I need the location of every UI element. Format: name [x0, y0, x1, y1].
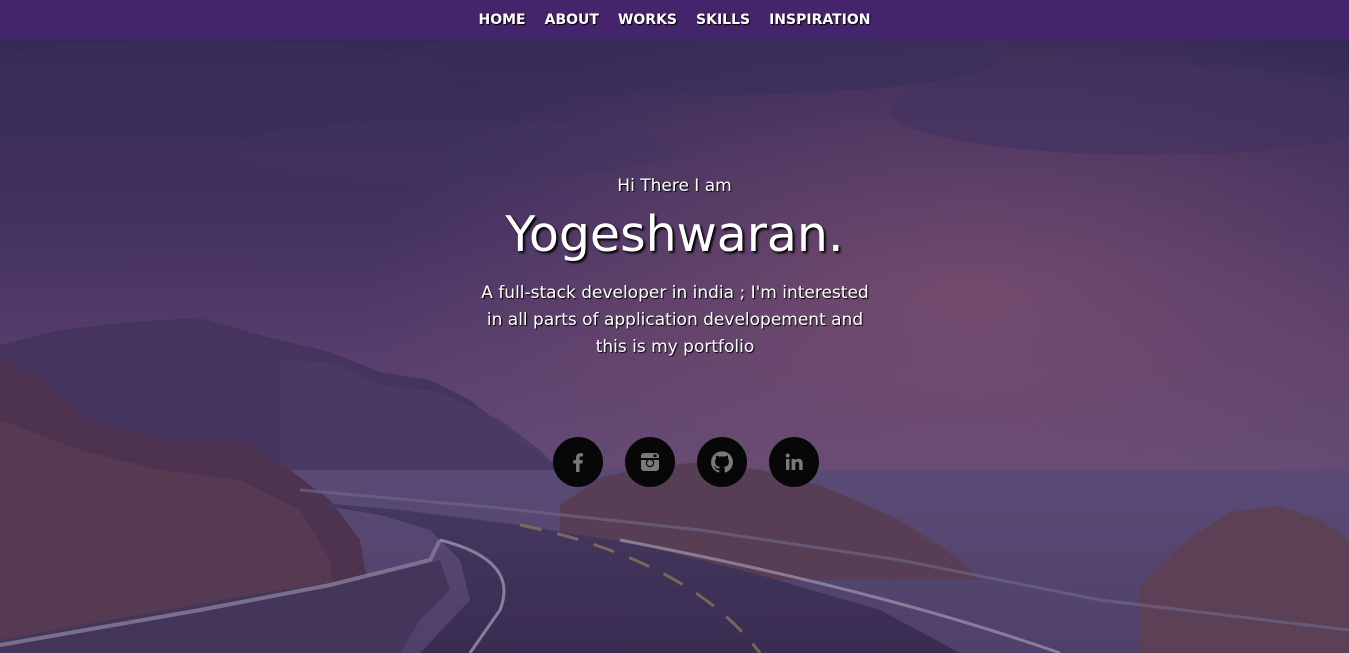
linkedin-link[interactable] — [769, 437, 819, 487]
hero-name: Yogeshwaran. — [505, 206, 844, 263]
facebook-icon — [573, 453, 583, 472]
facebook-link[interactable] — [553, 437, 603, 487]
github-icon — [711, 451, 733, 473]
nav-item-skills[interactable]: SKILLS — [696, 12, 750, 28]
nav-item-works[interactable]: WORKS — [618, 12, 677, 28]
instagram-link[interactable] — [625, 437, 675, 487]
hero-tagline: A full-stack developer in india ; I'm in… — [481, 283, 869, 357]
instagram-icon — [641, 453, 659, 471]
nav-item-about[interactable]: ABOUT — [545, 12, 599, 28]
hero-section: Hi There I am Yogeshwaran. A full-stack … — [0, 0, 1349, 653]
page: HOME ABOUT WORKS SKILLS INSPIRATION Hi T… — [0, 0, 1349, 653]
linkedin-icon — [785, 453, 803, 470]
social-links — [553, 437, 819, 487]
hero-greeting: Hi There I am — [617, 176, 732, 196]
github-link[interactable] — [697, 437, 747, 487]
nav-list: HOME ABOUT WORKS SKILLS INSPIRATION — [479, 12, 871, 28]
top-navbar: HOME ABOUT WORKS SKILLS INSPIRATION — [0, 0, 1349, 40]
nav-item-home[interactable]: HOME — [479, 12, 526, 28]
nav-item-inspiration[interactable]: INSPIRATION — [769, 12, 870, 28]
